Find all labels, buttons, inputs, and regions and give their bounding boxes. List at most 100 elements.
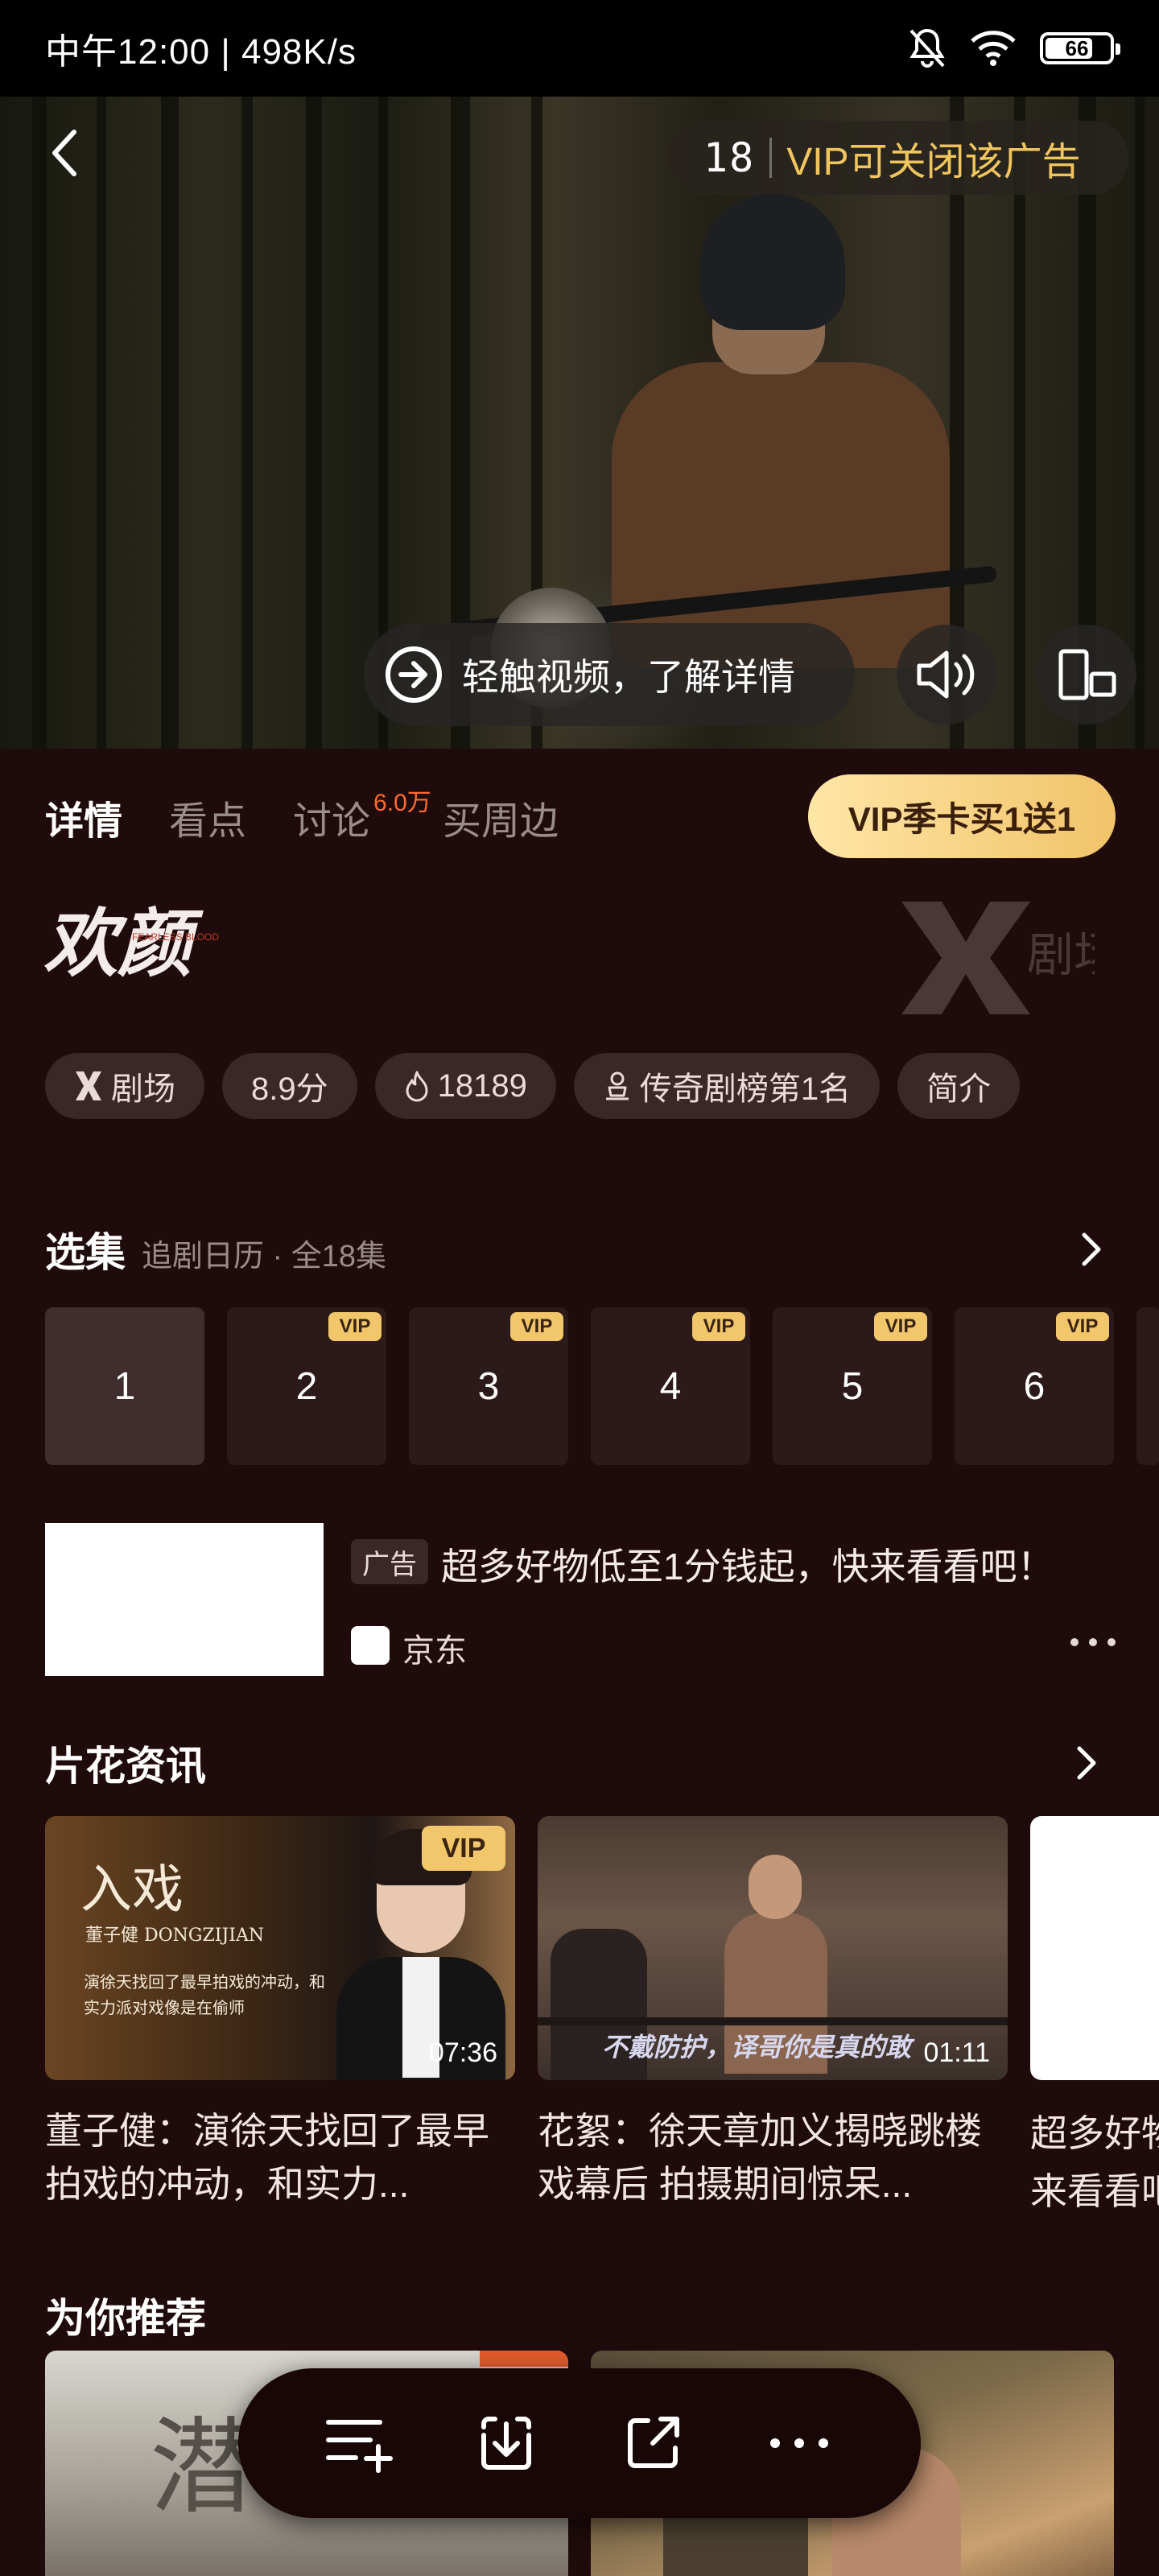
download-button[interactable] [462, 2399, 551, 2487]
touch-video-text: 轻触视频，了解详情 [462, 656, 795, 698]
episode-4[interactable]: 4 VIP [591, 1307, 750, 1465]
chip-ranking-label: 传奇剧榜第1名 [639, 1071, 852, 1107]
tab-discussion[interactable]: 讨论 6.0万 [293, 789, 431, 845]
chip-ranking[interactable]: 传奇剧榜第1名 [573, 1053, 881, 1119]
chip-heat-label: 18189 [437, 1067, 527, 1104]
episode-7-partial[interactable] [1136, 1307, 1159, 1465]
more-horizontal-icon [770, 2438, 828, 2448]
episode-number: 1 [113, 1364, 136, 1408]
chevron-right-icon [1082, 1232, 1101, 1266]
add-to-playlist-button[interactable] [316, 2399, 404, 2487]
playlist-add-icon [326, 2420, 393, 2473]
episode-6[interactable]: 6 VIP [955, 1307, 1114, 1465]
episode-5[interactable]: 5 VIP [773, 1307, 932, 1465]
clip-title: 花絮：徐天章加义揭晓跳楼戏幕后 拍摄期间惊呆... [538, 2110, 982, 2205]
status-icons: 66 [908, 27, 1120, 69]
battery-level: 66 [1065, 35, 1089, 60]
floating-action-bar [238, 2368, 921, 2518]
volume-button[interactable] [897, 625, 996, 724]
thumb-overlay-name: 董子健 DONGZIJIAN [85, 1926, 265, 1946]
tab-details[interactable]: 详情 [45, 789, 122, 845]
ad-more-button[interactable] [1070, 1626, 1116, 1658]
vip-badge: VIP [422, 1826, 505, 1871]
speaker-icon [917, 650, 975, 699]
episode-number: 3 [477, 1364, 500, 1408]
clip-title: 董子健：演徐天找回了最早拍戏的冲动，和实力... [45, 2110, 489, 2205]
episode-list: 1 2 VIP 3 VIP 4 VIP 5 VIP 6 VIP [45, 1307, 1159, 1465]
ad-countdown: 18 [703, 134, 756, 181]
episode-1[interactable]: 1 [45, 1307, 204, 1465]
chip-synopsis[interactable]: 简介 [897, 1053, 1021, 1119]
vip-badge: VIP [874, 1312, 927, 1341]
share-icon [628, 2417, 679, 2468]
status-time-speed: 中午12:00 | 498K/s [45, 32, 357, 72]
episode-number: 2 [295, 1364, 318, 1408]
more-options-button[interactable] [755, 2399, 843, 2487]
chip-theater-label: 剧场 [111, 1071, 175, 1107]
theater-brand-watermark: 剧场 [901, 902, 1095, 1014]
enter-arrow-icon [382, 642, 446, 707]
status-bar: 中午12:00 | 498K/s 66 [0, 0, 1159, 97]
thumb-overlay-title: 入戏 [80, 1860, 184, 1920]
ad-image[interactable] [45, 1523, 324, 1676]
tab-merch[interactable]: 买周边 [443, 789, 559, 845]
clip-title: 超多好物低至1分钱起，快来看看吧！ [1030, 2112, 1159, 2212]
brand-watermark-text: 剧场 [1027, 929, 1095, 981]
touch-video-details-button[interactable]: 轻触视频，了解详情 [364, 623, 855, 726]
thumb-overlay-caption: 演徐天找回了最早拍戏的冲动，和实力派对戏像是在偷师 [84, 1972, 325, 2017]
episodes-header[interactable]: 选集 追剧日历 · 全18集 [45, 1220, 386, 1278]
episode-number: 5 [841, 1364, 864, 1408]
vip-badge: VIP [510, 1312, 563, 1341]
detail-tabs: 详情 看点 讨论 6.0万 买周边 [45, 773, 559, 861]
clip-thumbnail: 入戏 董子健 DONGZIJIAN 演徐天找回了最早拍戏的冲动，和实力派对戏像是… [45, 1816, 515, 2080]
title-logo-sub: FEARLESS BLOOD [132, 931, 219, 943]
episodes-title: 选集 [45, 1230, 126, 1275]
clip-duration: 01:11 [923, 2037, 990, 2068]
wifi-icon [969, 30, 1017, 67]
ad-close-text: VIP可关闭该广告 [786, 141, 1081, 184]
ad-title[interactable]: 超多好物低至1分钱起，快来看看吧！ [441, 1538, 1054, 1591]
vip-season-card-button[interactable]: VIP季卡买1送1 [808, 774, 1116, 858]
clip-card[interactable]: 入戏 董子健 DONGZIJIAN 演徐天找回了最早拍戏的冲动，和实力派对戏像是… [45, 1816, 515, 2211]
info-chips: 剧场 8.9分 18189 传奇剧榜第1名 简介 [45, 1053, 1021, 1119]
chip-heat[interactable]: 18189 [374, 1053, 556, 1119]
clip-card[interactable]: 不戴防护，译哥你是真的敢 01:11 花絮：徐天章加义揭晓跳楼戏幕后 拍摄期间惊… [538, 1816, 1008, 2211]
episodes-subtitle: 追剧日历 · 全18集 [142, 1240, 387, 1274]
x-theater-logo-icon [76, 1071, 101, 1100]
episode-number: 4 [659, 1364, 682, 1408]
back-button[interactable] [39, 121, 90, 185]
episode-3[interactable]: 3 VIP [409, 1307, 568, 1465]
episodes-more-button[interactable] [1075, 1225, 1107, 1274]
ad-brand: 京东 [402, 1633, 467, 1669]
recommend-title: 为你推荐 [45, 2296, 206, 2341]
more-dot [1107, 1638, 1116, 1646]
phone-rotate-icon [1058, 649, 1116, 700]
clip-thumbnail [1030, 1816, 1159, 2080]
chip-theater[interactable]: 剧场 [45, 1053, 204, 1119]
vip-badge: VIP [328, 1312, 382, 1341]
ad-close-pill[interactable]: 18 VIP可关闭该广告 [668, 121, 1128, 195]
episode-2[interactable]: 2 VIP [227, 1307, 386, 1465]
mute-bell-icon [908, 27, 947, 69]
rotate-screen-button[interactable] [1037, 625, 1136, 724]
chevron-right-icon [1077, 1746, 1096, 1780]
more-dot [1070, 1638, 1079, 1646]
ad-brand-logo [351, 1626, 390, 1665]
clip-card-ad[interactable]: 超多好物低至1分钱起，快来看看吧！ [1030, 1816, 1159, 2219]
chip-rating[interactable]: 8.9分 [222, 1053, 357, 1119]
clips-carousel: 入戏 董子健 DONGZIJIAN 演徐天找回了最早拍戏的冲动，和实力派对戏像是… [45, 1816, 1159, 2219]
vip-badge: VIP [1056, 1312, 1109, 1341]
vip-badge: VIP [692, 1312, 745, 1341]
share-button[interactable] [608, 2399, 697, 2487]
tab-highlights[interactable]: 看点 [169, 789, 246, 845]
clips-title: 片花资讯 [45, 1744, 206, 1789]
download-icon [481, 2417, 531, 2470]
clip-subtitle: 不戴防护，译哥你是真的敢 [602, 2033, 912, 2062]
clips-header[interactable]: 片花资讯 [45, 1734, 206, 1792]
more-dot [1089, 1638, 1097, 1646]
tab-discussion-label: 讨论 [293, 800, 371, 843]
clips-more-button[interactable] [1070, 1739, 1103, 1787]
chip-synopsis-label: 简介 [926, 1071, 992, 1107]
title-logo-text: 欢颜 [43, 900, 204, 987]
clip-thumbnail: 不戴防护，译哥你是真的敢 01:11 [538, 1816, 1008, 2080]
